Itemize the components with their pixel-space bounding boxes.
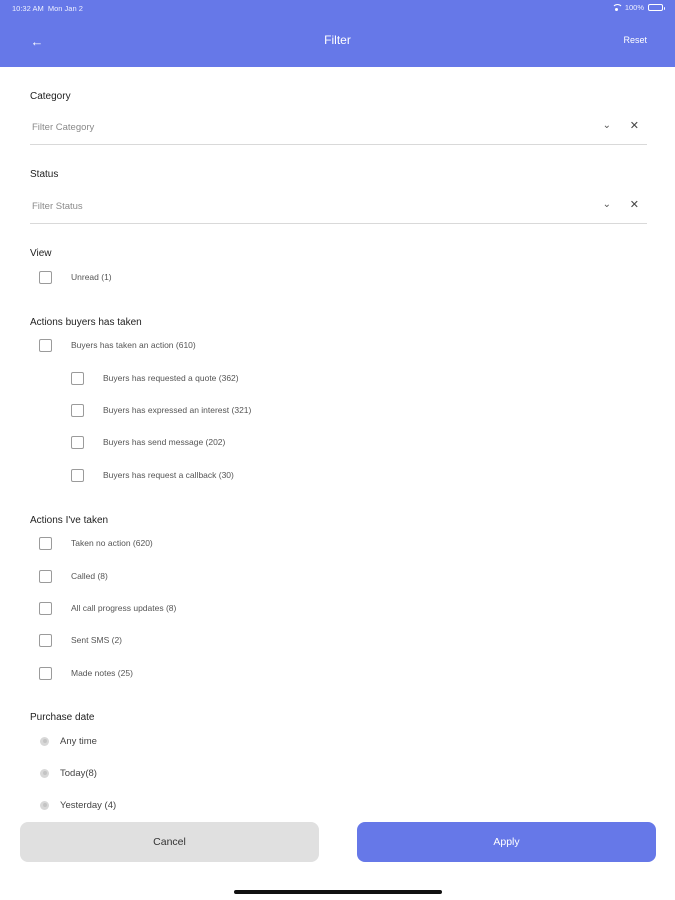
checkbox[interactable] bbox=[71, 371, 84, 385]
radio-yesterday[interactable]: Yesterday (4) bbox=[40, 797, 116, 813]
status-placeholder: Filter Status bbox=[32, 201, 83, 212]
status-select[interactable]: Filter Status ⌄ ✕ bbox=[30, 198, 647, 224]
wifi-icon bbox=[611, 4, 623, 11]
cancel-button[interactable]: Cancel bbox=[20, 822, 319, 862]
radio-label: Yesterday (4) bbox=[60, 799, 117, 811]
checkbox-unread[interactable]: Unread (1) bbox=[39, 269, 112, 285]
checkbox-label: Called (8) bbox=[71, 571, 108, 581]
checkbox-made-notes[interactable]: Made notes (25) bbox=[39, 665, 133, 681]
checkbox[interactable] bbox=[39, 633, 52, 647]
checkbox[interactable] bbox=[71, 468, 84, 482]
checkbox[interactable] bbox=[71, 403, 84, 417]
filter-content[interactable]: Category Filter Category ⌄ ✕ Status Filt… bbox=[0, 67, 675, 817]
battery-percent: 100% bbox=[624, 3, 644, 12]
checkbox-label: Taken no action (620) bbox=[71, 538, 153, 548]
checkbox[interactable] bbox=[71, 435, 84, 449]
checkbox[interactable] bbox=[39, 270, 52, 284]
status-label: Status bbox=[30, 169, 59, 180]
checkbox-label: Buyers has requested a quote (362) bbox=[103, 373, 239, 383]
status-indicators: 100% bbox=[611, 3, 665, 12]
view-label: View bbox=[30, 248, 52, 259]
radio-button[interactable] bbox=[40, 736, 49, 746]
checkbox-label: Buyers has request a callback (30) bbox=[103, 470, 234, 480]
checkbox-buyer-message[interactable]: Buyers has send message (202) bbox=[71, 434, 225, 450]
radio-button[interactable] bbox=[40, 768, 49, 778]
radio-today[interactable]: Today(8) bbox=[40, 765, 97, 781]
checkbox-label: Unread (1) bbox=[71, 272, 112, 282]
checkbox-buyer-any-action[interactable]: Buyers has taken an action (610) bbox=[39, 337, 196, 353]
checkbox[interactable] bbox=[39, 338, 52, 352]
buyer-actions-label: Actions buyers has taken bbox=[30, 317, 142, 328]
category-select[interactable]: Filter Category ⌄ ✕ bbox=[30, 119, 647, 145]
checkbox-label: Sent SMS (2) bbox=[71, 635, 123, 645]
home-indicator[interactable] bbox=[234, 890, 442, 894]
close-icon[interactable]: ✕ bbox=[630, 119, 639, 132]
purchase-date-label: Purchase date bbox=[30, 712, 95, 723]
checkbox[interactable] bbox=[39, 536, 52, 550]
checkbox-label: Buyers has send message (202) bbox=[103, 437, 226, 447]
page-title: Filter bbox=[324, 33, 351, 47]
checkbox-no-action[interactable]: Taken no action (620) bbox=[39, 535, 153, 551]
checkbox-label: Buyers has taken an action (610) bbox=[71, 340, 196, 350]
radio-button[interactable] bbox=[40, 800, 49, 810]
battery-icon bbox=[648, 4, 665, 11]
apply-button[interactable]: Apply bbox=[357, 822, 656, 862]
checkbox[interactable] bbox=[39, 666, 52, 680]
checkbox-label: Buyers has expressed an interest (321) bbox=[103, 405, 252, 415]
checkbox-label: Made notes (25) bbox=[71, 668, 133, 678]
category-placeholder: Filter Category bbox=[32, 122, 95, 133]
reset-button[interactable]: Reset bbox=[623, 35, 647, 45]
checkbox-sent-sms[interactable]: Sent SMS (2) bbox=[39, 632, 122, 648]
checkbox-label: All call progress updates (8) bbox=[71, 603, 177, 613]
checkbox-buyer-quote[interactable]: Buyers has requested a quote (362) bbox=[71, 370, 239, 386]
radio-label: Any time bbox=[60, 735, 97, 747]
radio-label: Today(8) bbox=[60, 767, 97, 779]
status-bar: 10:32 AM Mon Jan 2 100% bbox=[0, 0, 675, 16]
my-actions-label: Actions I've taken bbox=[30, 515, 109, 526]
checkbox[interactable] bbox=[39, 601, 52, 615]
checkbox-buyer-interest[interactable]: Buyers has expressed an interest (321) bbox=[71, 402, 251, 418]
checkbox-buyer-callback[interactable]: Buyers has request a callback (30) bbox=[71, 467, 234, 483]
checkbox-call-progress[interactable]: All call progress updates (8) bbox=[39, 600, 176, 616]
close-icon[interactable]: ✕ bbox=[630, 198, 639, 211]
checkbox[interactable] bbox=[39, 569, 52, 583]
radio-any-time[interactable]: Any time bbox=[40, 733, 97, 749]
status-time: 10:32 AM Mon Jan 2 bbox=[12, 4, 83, 13]
app-header: 10:32 AM Mon Jan 2 100% ← Filter Reset bbox=[0, 0, 675, 67]
chevron-down-icon[interactable]: ⌄ bbox=[603, 120, 611, 131]
chevron-down-icon[interactable]: ⌄ bbox=[603, 199, 611, 210]
category-label: Category bbox=[30, 91, 71, 102]
checkbox-called[interactable]: Called (8) bbox=[39, 568, 108, 584]
